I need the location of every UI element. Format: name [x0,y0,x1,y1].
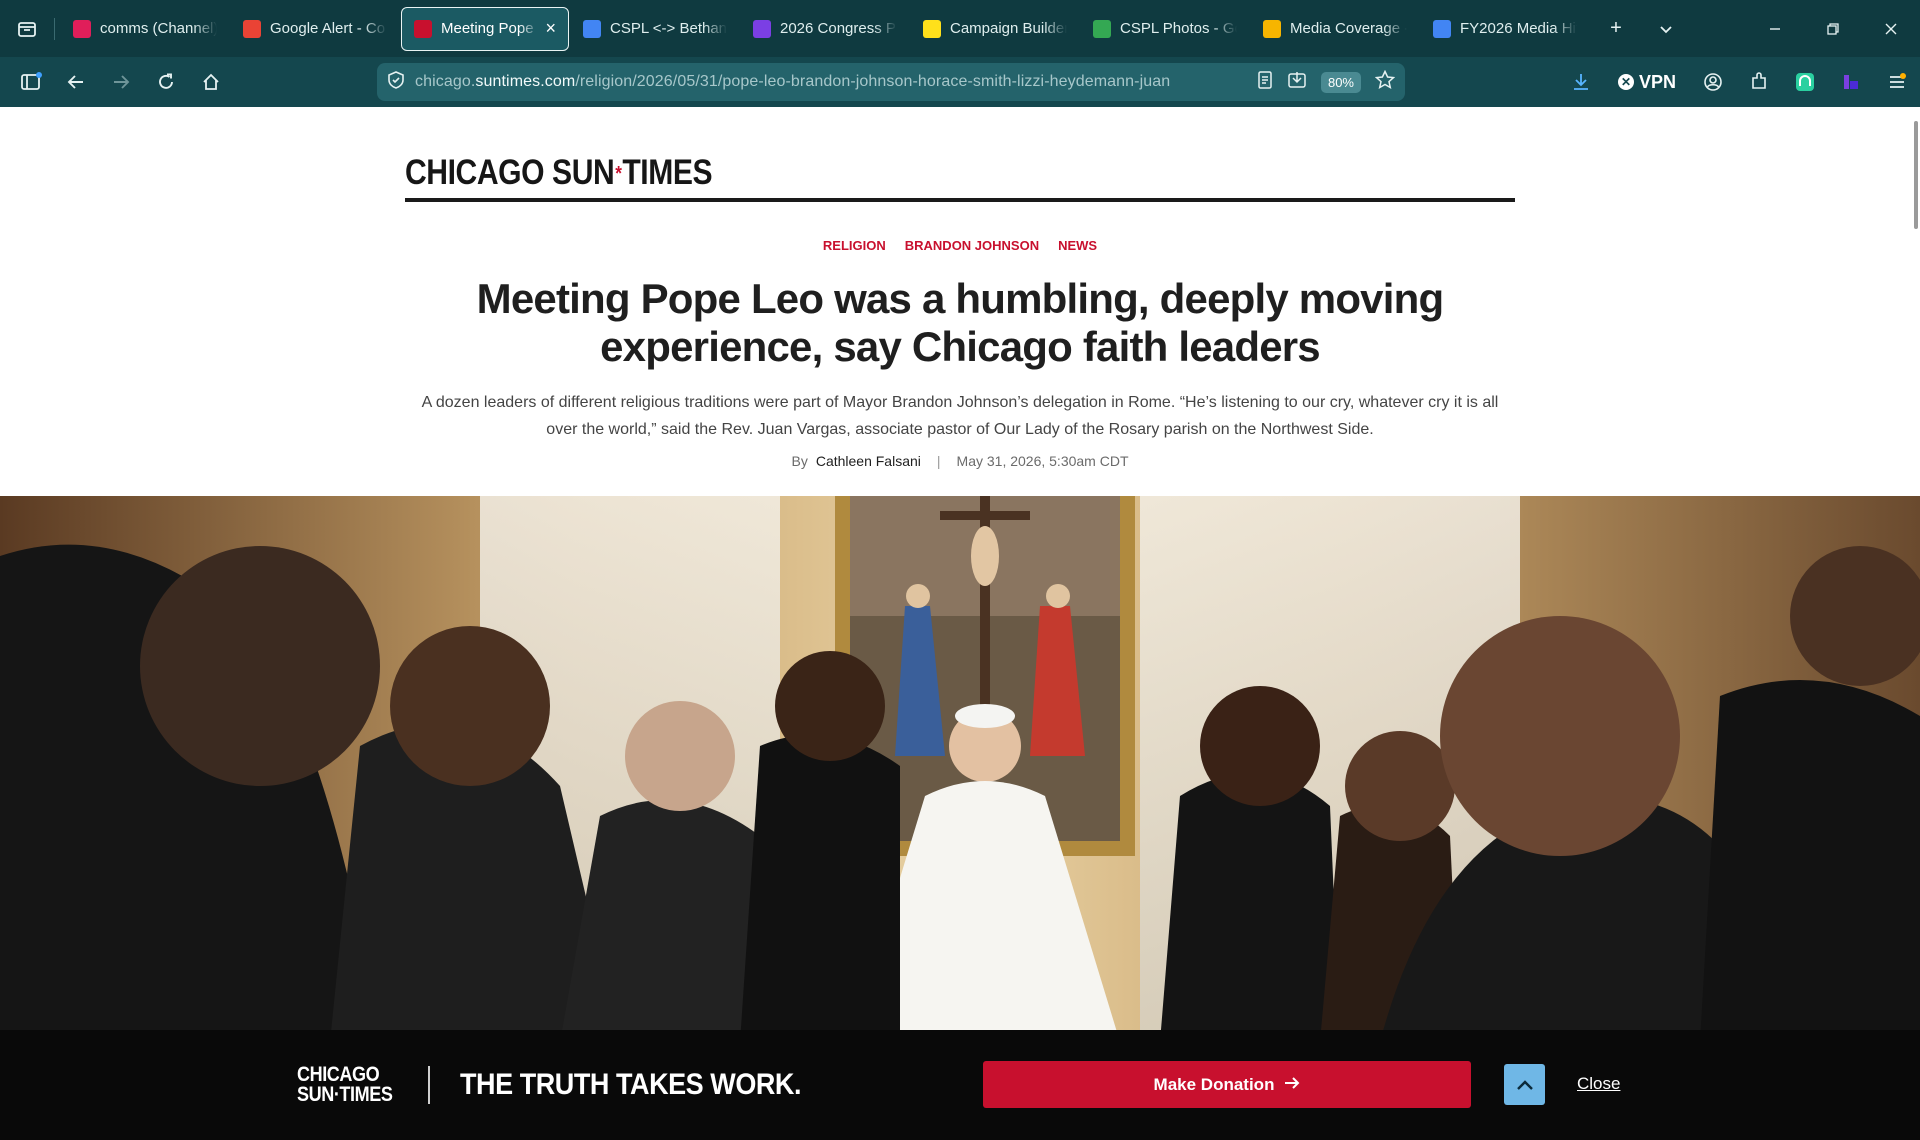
bookmark-star-icon[interactable] [1374,69,1396,95]
tab-title: CSPL Photos - Go [1120,20,1237,37]
extension-green-icon[interactable] [1782,57,1828,107]
arrow-right-icon [1284,1075,1300,1095]
forward-button[interactable] [98,57,143,107]
tab-title: FY2026 Media Hit [1460,20,1577,37]
expand-banner-button[interactable] [1504,1064,1545,1105]
browser-tab-bar: comms (Channel) Google Alert - Co Meeting … [0,0,1920,57]
browser-tab[interactable]: CSPL Photos - Go [1081,7,1249,51]
site-security-icon[interactable] [387,70,405,94]
tab-list: comms (Channel) Google Alert - Co Meeting … [61,6,1591,51]
browser-tab[interactable]: Meeting Pope | × [401,6,569,51]
masthead-rule [405,198,1515,202]
downloads-icon[interactable] [1558,57,1604,107]
byline-by: By [791,453,808,469]
mailchimp-icon [923,19,941,38]
author-link[interactable]: Cathleen Falsani [816,453,921,469]
address-bar[interactable]: chicago.suntimes.com/religion/2026/05/31… [377,63,1405,101]
banner-tagline: THE TRUTH TAKES WORK. [460,1068,802,1101]
tab-title: Media Coverage - [1290,20,1407,37]
donation-banner: CHICAGO SUN·TIMES THE TRUTH TAKES WORK. … [0,1030,1920,1140]
section-tag-news[interactable]: NEWS [1058,238,1097,253]
home-button[interactable] [188,57,233,107]
reload-button[interactable] [143,57,188,107]
article-dek: A dozen leaders of different religious t… [421,394,1499,438]
browser-tab[interactable]: FY2026 Media Hit [1421,7,1589,51]
browser-tab[interactable]: CSPL <-> Bethany [571,7,739,51]
google-docs-icon [1433,19,1451,38]
tab-title: CSPL <-> Bethany [610,20,727,37]
reader-view-icon[interactable] [1257,70,1273,94]
browser-tab[interactable]: Media Coverage - [1251,7,1419,51]
tab-title: Campaign Builder [950,20,1067,37]
byline-separator: | [936,453,941,469]
extension-purple-icon[interactable] [1828,57,1874,107]
browser-toolbar: chicago.suntimes.com/religion/2026/05/31… [0,57,1920,107]
publish-date: May 31, 2026, 5:30am CDT [956,453,1129,469]
tab-overview-icon[interactable] [0,0,54,57]
byline: By Cathleen Falsani | May 31, 2026, 5:30… [0,453,1920,469]
airtable-icon [1263,19,1281,38]
tab-list-chevron-icon[interactable] [1641,0,1691,57]
make-donation-label: Make Donation [1153,1074,1275,1094]
hero-photo-illustration [0,496,1920,1042]
account-icon[interactable] [1690,57,1736,107]
browser-tab[interactable]: comms (Channel) [61,7,229,51]
banner-logo[interactable]: CHICAGO SUN·TIMES [297,1064,393,1105]
close-tab-icon[interactable]: × [545,18,556,39]
sidebar-toggle-icon[interactable] [8,57,53,107]
close-window-button[interactable] [1862,0,1920,57]
make-donation-button[interactable]: Make Donation [983,1061,1471,1108]
banner-divider [428,1066,430,1104]
sun-times-star-icon [414,19,432,38]
minimize-button[interactable] [1746,0,1804,57]
url-text[interactable]: chicago.suntimes.com/religion/2026/05/31… [415,73,1249,91]
tab-title: comms (Channel) [100,20,217,37]
vpn-button[interactable]: ✕ VPN [1604,72,1690,93]
extensions-icon[interactable] [1736,57,1782,107]
article-headline: Meeting Pope Leo was a humbling, deeply … [476,275,1444,370]
save-page-icon[interactable] [1287,71,1307,94]
slack-icon [73,19,91,38]
tab-separator [54,17,55,40]
section-tag-brandon-johnson[interactable]: BRANDON JOHNSON [905,238,1039,253]
new-tab-button[interactable]: + [1591,0,1641,57]
browser-tab[interactable]: Campaign Builder [911,7,1079,51]
restore-button[interactable] [1804,0,1862,57]
google-drive-icon [1093,19,1111,38]
vpn-label: VPN [1638,71,1676,92]
page-scrollbar[interactable] [1914,121,1918,229]
google-docs-icon [583,19,601,38]
tab-title: Google Alert - Co [270,20,386,37]
app-menu-icon[interactable] [1874,57,1920,107]
chevron-up-icon [1516,1079,1533,1090]
section-tags: RELIGION BRANDON JOHNSON NEWS [0,238,1920,253]
google-slides-icon [753,19,771,38]
zoom-level-badge[interactable]: 80% [1320,71,1361,93]
tab-title: Meeting Pope | [441,20,540,37]
browser-tab[interactable]: Google Alert - Co [231,7,399,51]
back-button[interactable] [53,57,98,107]
close-banner-link[interactable]: Close [1577,1074,1620,1094]
sun-times-logo[interactable]: CHICAGO SUN*TIMES [405,153,713,193]
gmail-icon [243,19,261,38]
hero-photo[interactable] [0,496,1920,1042]
tab-title: 2026 Congress Pr [780,20,897,37]
browser-tab[interactable]: 2026 Congress Pr [741,7,909,51]
web-page: CHICAGO SUN*TIMES RELIGION BRANDON JOHNS… [0,107,1920,1140]
vpn-off-icon: ✕ [1617,74,1634,90]
section-tag-religion[interactable]: RELIGION [823,238,886,253]
